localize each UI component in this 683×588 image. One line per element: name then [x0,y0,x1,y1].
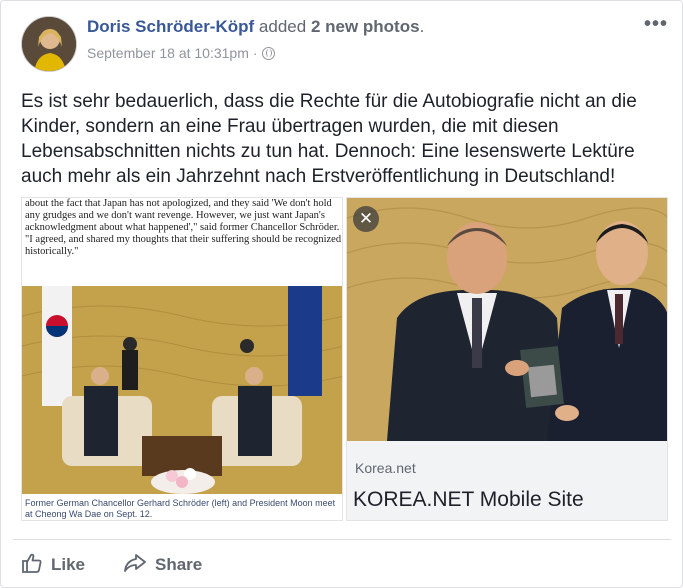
close-icon[interactable]: ✕ [353,206,379,232]
share-icon [123,552,147,579]
post-card: Doris Schröder-Köpf added 2 new photos. … [0,0,683,588]
post-meta: September 18 at 10:31pm · [87,45,275,61]
post-timestamp[interactable]: September 18 at 10:31pm [87,45,249,61]
share-label: Share [155,555,203,574]
photo-1[interactable]: about the fact that Japan has not apolog… [21,197,343,521]
like-button[interactable]: Like [21,551,85,579]
article-excerpt: about the fact that Japan has not apolog… [25,198,342,257]
photo-2-link-preview[interactable]: ✕ Korea.net KOREA.NET Mobile Site [346,197,668,521]
globe-icon[interactable] [261,46,275,60]
meeting-photo [22,286,342,494]
photos-count-link[interactable]: 2 new photos [311,17,420,36]
book-photo [347,198,667,441]
link-domain: Korea.net [355,460,416,476]
like-label: Like [51,555,86,574]
post-header: Doris Schröder-Köpf added 2 new photos. [87,17,424,37]
divider [13,539,671,540]
thumbs-up-icon [21,552,43,579]
share-button[interactable]: Share [123,551,202,579]
action-suffix: . [419,17,425,36]
author-avatar[interactable] [21,16,77,72]
photo-caption: Former German Chancellor Gerhard Schröde… [25,498,336,519]
meta-separator: · [252,45,258,61]
post-text: Es ist sehr bedauerlich, dass die Rechte… [21,91,637,187]
link-title[interactable]: KOREA.NET Mobile Site [353,488,584,512]
author-name-link[interactable]: Doris Schröder-Köpf [87,17,254,36]
more-options-icon[interactable]: ••• [644,13,668,36]
action-prefix: added [258,17,307,36]
